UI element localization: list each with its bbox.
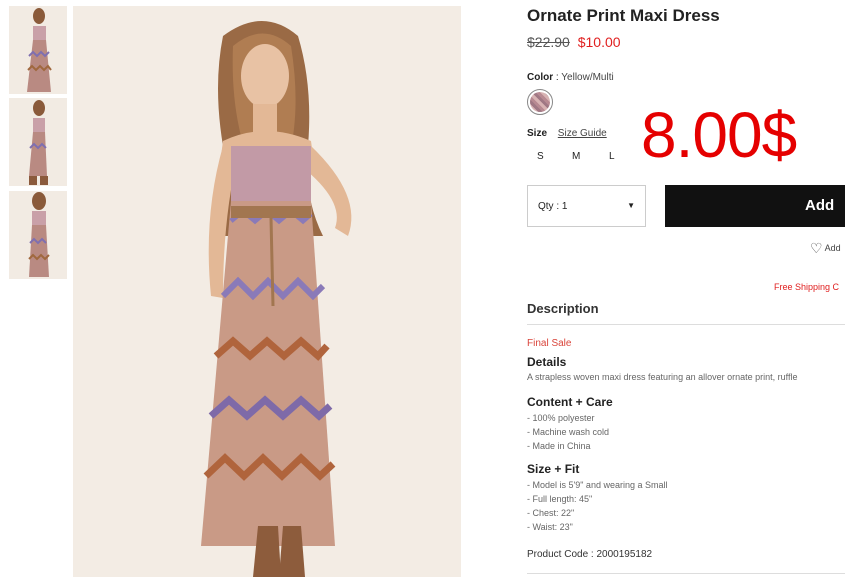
wishlist-label: Add bbox=[824, 242, 841, 253]
size-row: Size Size Guide bbox=[527, 128, 607, 139]
dress-thumbnail-image bbox=[9, 98, 67, 186]
main-product-image[interactable] bbox=[73, 6, 461, 577]
care-item: - Made in China bbox=[527, 441, 591, 451]
swatch-pattern bbox=[530, 92, 550, 112]
dress-model-image bbox=[73, 6, 461, 577]
free-shipping-link[interactable]: Free Shipping C bbox=[774, 282, 839, 292]
size-label: Size bbox=[527, 128, 548, 139]
color-row: Color : Yellow/Multi bbox=[527, 72, 614, 83]
product-code: Product Code : 2000195182 bbox=[527, 549, 653, 560]
final-sale-label: Final Sale bbox=[527, 338, 572, 349]
care-item: - 100% polyester bbox=[527, 413, 595, 423]
content-care-heading: Content + Care bbox=[527, 395, 613, 409]
dress-thumbnail-image bbox=[9, 191, 67, 279]
dress-thumbnail-image bbox=[9, 6, 67, 94]
fit-item: - Full length: 45" bbox=[527, 494, 593, 504]
size-option-m[interactable]: M bbox=[572, 151, 580, 162]
add-button-label: Add bbox=[805, 197, 835, 214]
color-label: Color bbox=[527, 72, 554, 83]
size-guide-link[interactable]: Size Guide bbox=[558, 128, 607, 139]
size-option-s[interactable]: S bbox=[537, 151, 544, 162]
overlay-price-annotation: 8.00$ bbox=[641, 99, 797, 171]
add-to-bag-button[interactable]: Add bbox=[665, 185, 845, 227]
size-fit-heading: Size + Fit bbox=[527, 462, 580, 476]
caret-down-icon: ▼ bbox=[627, 201, 635, 210]
thumbnail-back[interactable] bbox=[9, 191, 67, 279]
heart-icon: ♡ bbox=[810, 240, 823, 256]
sale-price: $10.00 bbox=[577, 34, 621, 50]
description-heading: Description bbox=[527, 301, 599, 316]
care-item: - Machine wash cold bbox=[527, 427, 610, 437]
color-swatch-yellow-multi[interactable] bbox=[527, 89, 553, 115]
quantity-label: Qty : 1 bbox=[538, 201, 568, 212]
product-title: Ornate Print Maxi Dress bbox=[527, 6, 720, 25]
thumbnail-side[interactable] bbox=[9, 98, 67, 186]
original-price: $22.90 bbox=[527, 34, 570, 50]
details-text: A strapless woven maxi dress featuring a… bbox=[527, 372, 798, 382]
add-to-wishlist-link[interactable]: ♡ Add bbox=[810, 240, 841, 257]
size-option-l[interactable]: L bbox=[609, 151, 615, 162]
fit-item: - Model is 5'9" and wearing a Small bbox=[527, 480, 668, 490]
price-row: $22.90 $10.00 bbox=[527, 34, 621, 50]
quantity-select[interactable]: Qty : 1 ▼ bbox=[527, 185, 646, 227]
fit-item: - Waist: 23" bbox=[527, 522, 573, 532]
divider bbox=[527, 324, 845, 325]
divider bbox=[527, 573, 845, 574]
color-value: Yellow/Multi bbox=[561, 72, 614, 83]
details-heading: Details bbox=[527, 355, 567, 369]
thumbnail-front[interactable] bbox=[9, 6, 67, 94]
fit-item: - Chest: 22" bbox=[527, 508, 575, 518]
color-separator: : bbox=[555, 72, 559, 83]
